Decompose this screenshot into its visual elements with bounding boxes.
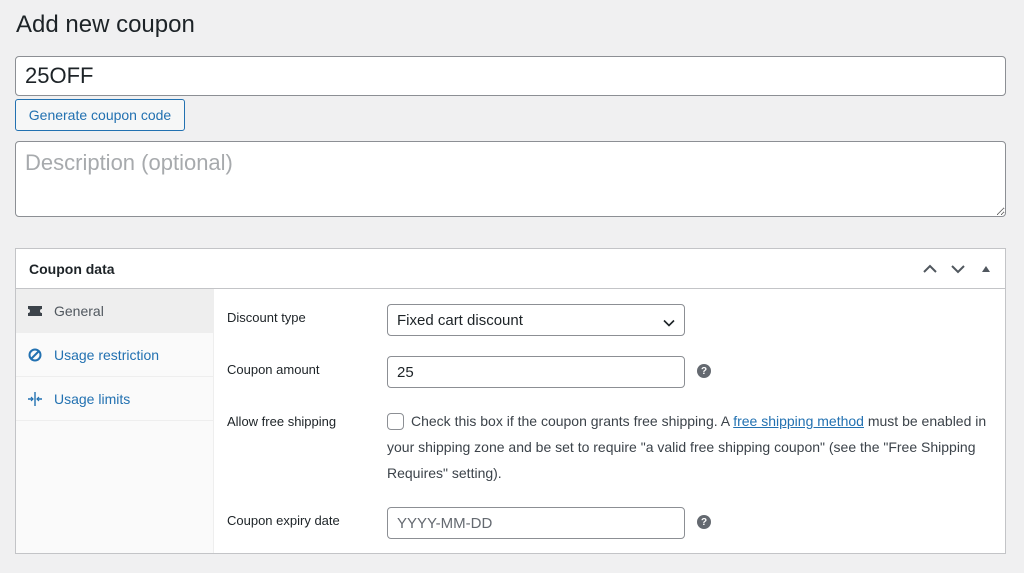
panel-header: Coupon data <box>16 249 1005 289</box>
free-shipping-method-link[interactable]: free shipping method <box>733 413 864 429</box>
tab-usage-restriction[interactable]: Usage restriction <box>16 333 213 377</box>
panel-title: Coupon data <box>29 261 115 277</box>
tab-label: Usage limits <box>54 390 131 407</box>
page-title: Add new coupon <box>16 11 195 38</box>
expiry-date-input[interactable] <box>387 507 685 539</box>
limits-icon <box>27 391 43 407</box>
panel-header-controls <box>917 257 999 281</box>
help-icon[interactable]: ? <box>697 515 711 529</box>
help-icon[interactable]: ? <box>697 364 711 378</box>
discount-type-value: Fixed cart discount <box>397 311 523 329</box>
coupon-amount-input[interactable] <box>387 356 685 388</box>
free-shipping-description: Check this box if the coupon grants free… <box>387 408 987 486</box>
restriction-icon <box>27 347 43 363</box>
coupon-data-tabs: General Usage restriction Usage limits <box>16 289 214 553</box>
coupon-code-input[interactable] <box>15 56 1006 96</box>
expiry-date-label: Coupon expiry date <box>227 513 340 528</box>
chevron-down-icon <box>663 314 675 331</box>
coupon-amount-label: Coupon amount <box>227 362 320 377</box>
free-shipping-text: Check this box if the coupon grants free… <box>411 413 734 429</box>
ticket-icon <box>27 303 43 319</box>
tab-label: General <box>54 302 104 319</box>
generate-coupon-code-button[interactable]: Generate coupon code <box>15 99 185 131</box>
tab-general[interactable]: General <box>16 289 213 333</box>
coupon-data-panel: Coupon data General Usage restriction Us… <box>15 248 1006 554</box>
move-down-icon[interactable] <box>945 257 971 281</box>
tab-label: Usage restriction <box>54 346 160 363</box>
discount-type-label: Discount type <box>227 310 306 325</box>
general-fields: Discount type Fixed cart discount Coupon… <box>215 289 1005 553</box>
free-shipping-label: Allow free shipping <box>227 414 337 429</box>
collapse-toggle-icon[interactable] <box>973 257 999 281</box>
tab-usage-limits[interactable]: Usage limits <box>16 377 213 421</box>
coupon-description-field[interactable] <box>15 141 1006 217</box>
move-up-icon[interactable] <box>917 257 943 281</box>
discount-type-select[interactable]: Fixed cart discount <box>387 304 685 336</box>
